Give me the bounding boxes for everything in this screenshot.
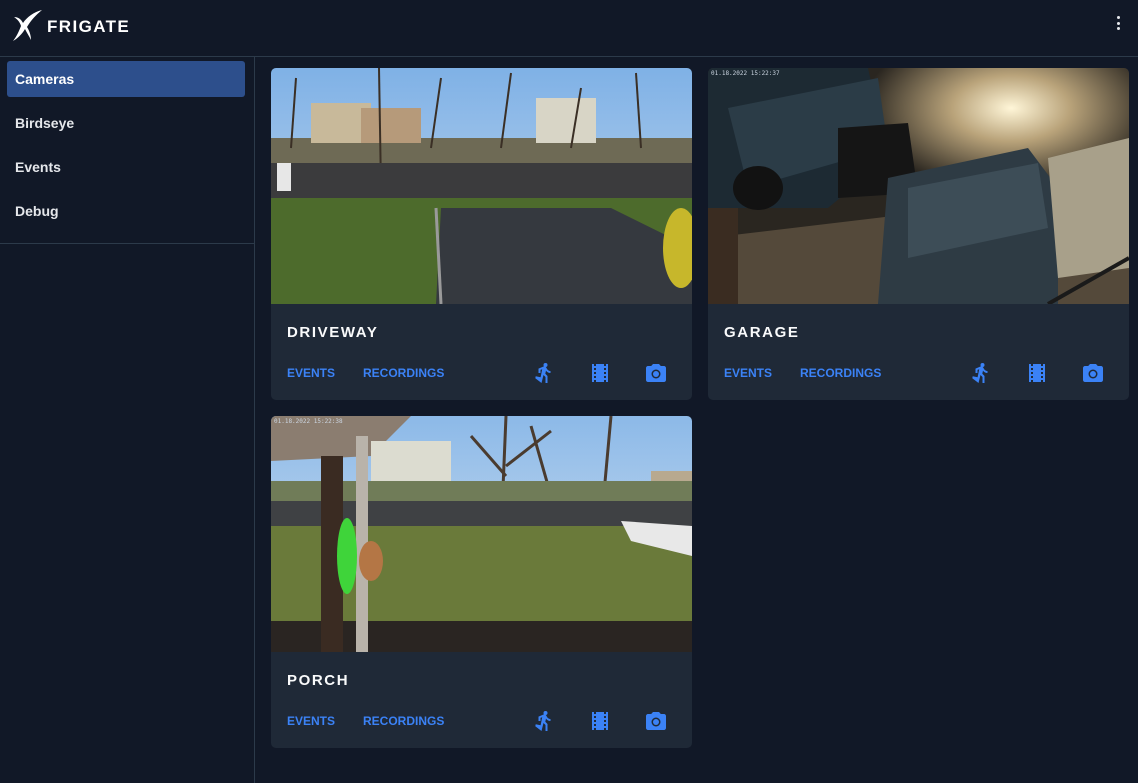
kebab-menu-icon[interactable]	[1108, 12, 1128, 34]
events-link[interactable]: EVENTS	[287, 714, 335, 728]
film-clips-icon[interactable]	[1025, 361, 1049, 385]
feed-timestamp: 01.18.2022 15:22:37	[711, 70, 780, 77]
motion-walk-icon[interactable]	[969, 361, 993, 385]
sidebar-item-cameras[interactable]: Cameras	[7, 61, 245, 97]
app-title: FRIGATE	[47, 17, 131, 36]
camera-card-porch: 01.18.2022 15:22:38 PORCH EVENTS RECORDI…	[271, 416, 692, 748]
motion-walk-icon[interactable]	[532, 361, 556, 385]
frigate-bird-icon[interactable]	[12, 9, 44, 43]
camera-card-driveway: DRIVEWAY EVENTS RECORDINGS	[271, 68, 692, 400]
sidebar: Cameras Birdseye Events Debug	[0, 57, 255, 783]
sidebar-item-events[interactable]: Events	[7, 149, 245, 185]
camera-name: PORCH	[287, 672, 350, 689]
events-link[interactable]: EVENTS	[724, 366, 772, 380]
feed-timestamp: 01.18.2022 15:22:38	[274, 418, 343, 425]
recordings-link[interactable]: RECORDINGS	[800, 366, 881, 380]
camera-snapshot-icon[interactable]	[644, 709, 668, 733]
camera-feed-garage[interactable]: 01.18.2022 15:22:37	[708, 68, 1129, 304]
app-header: FRIGATE	[0, 0, 1138, 57]
camera-snapshot-icon[interactable]	[644, 361, 668, 385]
film-clips-icon[interactable]	[588, 709, 612, 733]
recordings-link[interactable]: RECORDINGS	[363, 714, 444, 728]
camera-snapshot-icon[interactable]	[1081, 361, 1105, 385]
film-clips-icon[interactable]	[588, 361, 612, 385]
camera-feed-porch[interactable]: 01.18.2022 15:22:38	[271, 416, 692, 652]
camera-feed-driveway[interactable]	[271, 68, 692, 304]
camera-card-garage: 01.18.2022 15:22:37 GARAGE EVENTS RECORD…	[708, 68, 1129, 400]
motion-walk-icon[interactable]	[532, 709, 556, 733]
app-root: FRIGATE Cameras Birdseye Events Debug DR…	[0, 0, 1138, 783]
camera-name: GARAGE	[724, 324, 800, 341]
sidebar-nav: Cameras Birdseye Events Debug	[0, 57, 254, 244]
recordings-link[interactable]: RECORDINGS	[363, 366, 444, 380]
camera-name: DRIVEWAY	[287, 324, 379, 341]
sidebar-item-birdseye[interactable]: Birdseye	[7, 105, 245, 141]
events-link[interactable]: EVENTS	[287, 366, 335, 380]
sidebar-item-debug[interactable]: Debug	[7, 193, 245, 229]
